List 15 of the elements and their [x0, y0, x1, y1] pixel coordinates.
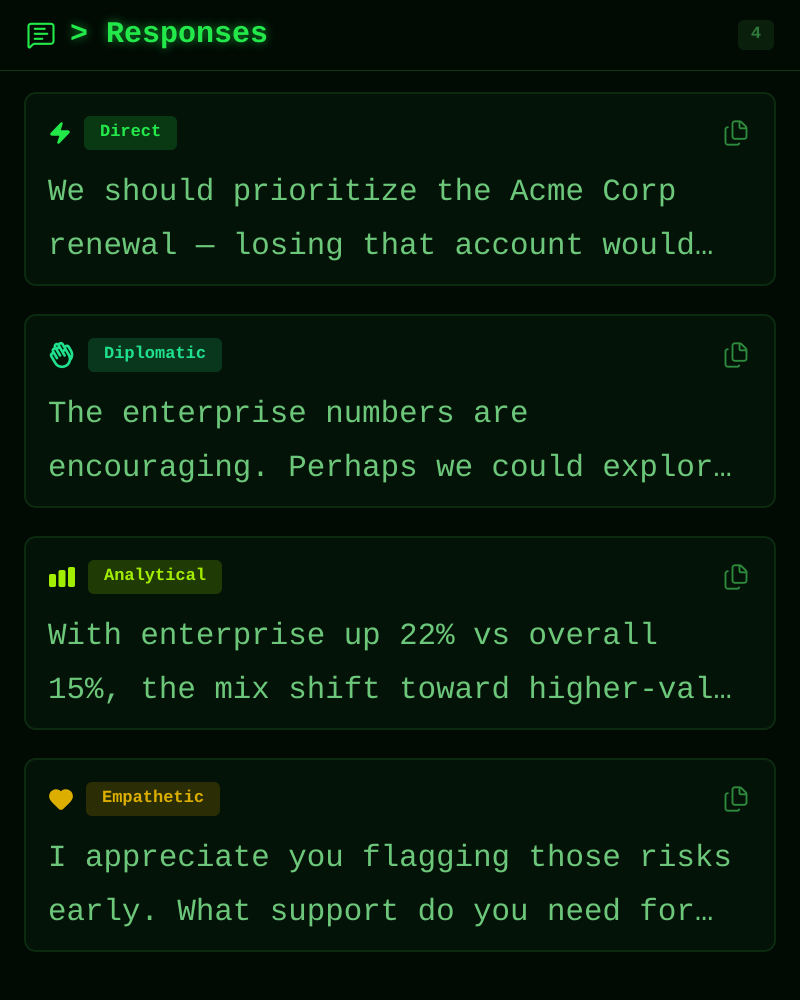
- response-text: With enterprise up 22% vs overall 15%, the mix shift toward higher-val…: [48, 618, 733, 710]
- response-text: The enterprise numbers are encouraging. Perhaps we could explor…: [48, 396, 733, 488]
- panel-title: > Responses: [70, 16, 268, 54]
- chat-icon: [26, 20, 56, 50]
- tone-tag: Analytical: [88, 560, 222, 594]
- copy-button[interactable]: [722, 341, 750, 369]
- count-badge: 4: [738, 20, 774, 50]
- tone-tag: Empathetic: [86, 782, 220, 816]
- copy-button[interactable]: [722, 119, 750, 147]
- tone-tag: Direct: [84, 116, 178, 150]
- tone-tag: Diplomatic: [88, 338, 222, 372]
- copy-button[interactable]: [722, 563, 750, 591]
- response-text: We should prioritize the Acme Corp renewal — losing that account would…: [48, 174, 714, 266]
- copy-button[interactable]: [722, 785, 750, 813]
- response-text: I appreciate you flagging those risks early. What support do you need for…: [48, 840, 733, 932]
